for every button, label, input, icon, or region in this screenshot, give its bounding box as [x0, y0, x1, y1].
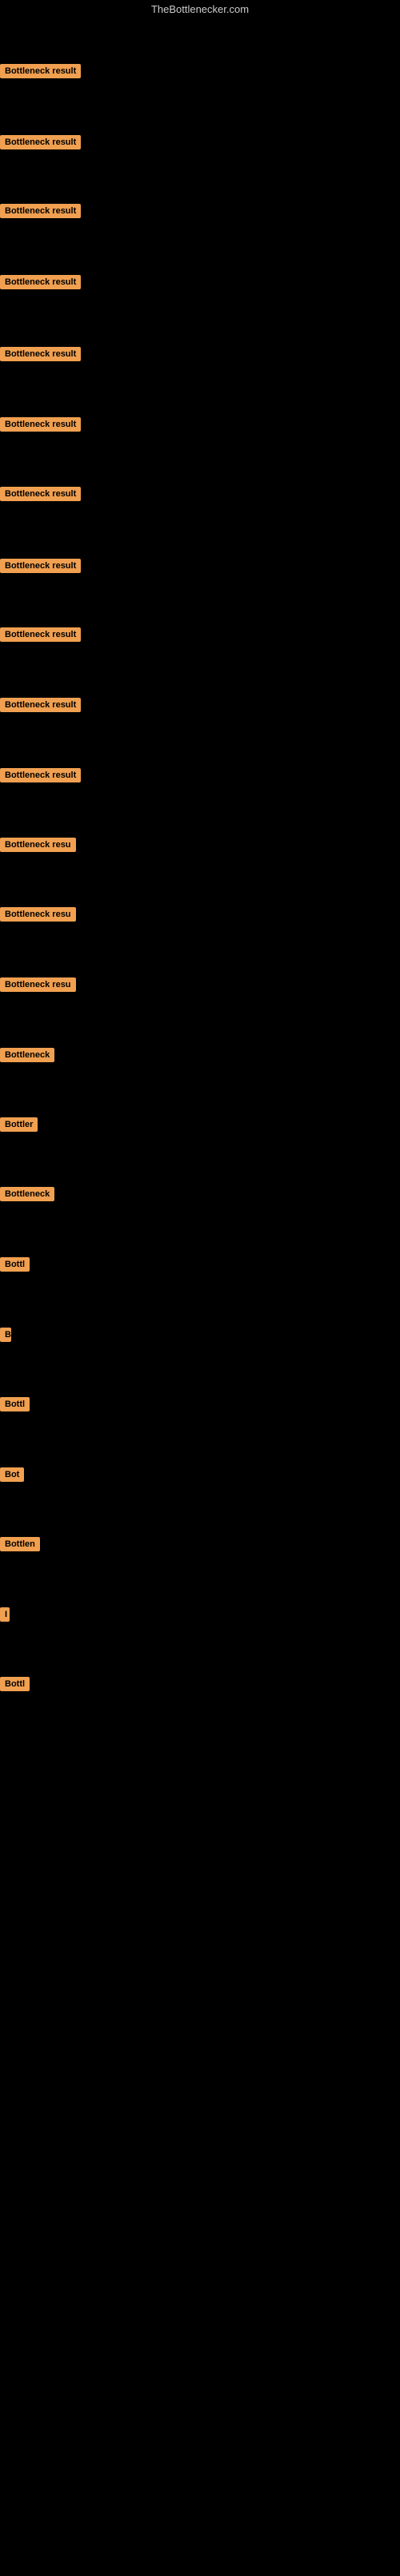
- badge-label-2: Bottleneck result: [0, 135, 81, 149]
- bottleneck-badge-22[interactable]: Bottlen: [0, 1537, 40, 1555]
- badge-label-24: Bottl: [0, 1677, 30, 1691]
- bottleneck-badge-2[interactable]: Bottleneck result: [0, 135, 81, 153]
- bottleneck-badge-16[interactable]: Bottler: [0, 1117, 38, 1136]
- bottleneck-badge-11[interactable]: Bottleneck result: [0, 768, 81, 786]
- bottleneck-badge-9[interactable]: Bottleneck result: [0, 627, 81, 646]
- bottleneck-badge-18[interactable]: Bottl: [0, 1257, 30, 1276]
- site-title: TheBottlenecker.com: [0, 0, 400, 18]
- badge-label-5: Bottleneck result: [0, 347, 81, 361]
- badge-label-12: Bottleneck resu: [0, 838, 76, 852]
- bottleneck-badge-15[interactable]: Bottleneck: [0, 1048, 54, 1066]
- badge-label-9: Bottleneck result: [0, 627, 81, 642]
- bottleneck-badge-10[interactable]: Bottleneck result: [0, 698, 81, 716]
- bottleneck-badge-5[interactable]: Bottleneck result: [0, 347, 81, 365]
- badge-label-4: Bottleneck result: [0, 275, 81, 289]
- badge-label-17: Bottleneck: [0, 1187, 54, 1201]
- bottleneck-badge-20[interactable]: Bottl: [0, 1397, 30, 1415]
- bottleneck-badge-14[interactable]: Bottleneck resu: [0, 977, 76, 996]
- badge-label-18: Bottl: [0, 1257, 30, 1272]
- badge-label-15: Bottleneck: [0, 1048, 54, 1062]
- badge-label-3: Bottleneck result: [0, 204, 81, 218]
- badge-label-21: Bot: [0, 1467, 24, 1482]
- bottleneck-badge-4[interactable]: Bottleneck result: [0, 275, 81, 293]
- badge-label-19: B: [0, 1328, 11, 1342]
- bottleneck-badge-3[interactable]: Bottleneck result: [0, 204, 81, 222]
- badge-label-11: Bottleneck result: [0, 768, 81, 782]
- badge-label-10: Bottleneck result: [0, 698, 81, 712]
- bottleneck-badge-19[interactable]: B: [0, 1328, 11, 1346]
- badge-label-14: Bottleneck resu: [0, 977, 76, 992]
- bottleneck-badge-1[interactable]: Bottleneck result: [0, 64, 81, 82]
- badge-label-6: Bottleneck result: [0, 417, 81, 432]
- bottleneck-badge-21[interactable]: Bot: [0, 1467, 24, 1486]
- bottleneck-badge-6[interactable]: Bottleneck result: [0, 417, 81, 436]
- badge-label-7: Bottleneck result: [0, 487, 81, 501]
- bottleneck-badge-24[interactable]: Bottl: [0, 1677, 30, 1695]
- badge-label-22: Bottlen: [0, 1537, 40, 1551]
- bottleneck-badge-23[interactable]: I: [0, 1607, 10, 1626]
- badge-label-13: Bottleneck resu: [0, 907, 76, 922]
- badge-label-23: I: [0, 1607, 10, 1622]
- bottleneck-badge-8[interactable]: Bottleneck result: [0, 559, 81, 577]
- bottleneck-badge-7[interactable]: Bottleneck result: [0, 487, 81, 505]
- badge-label-20: Bottl: [0, 1397, 30, 1411]
- bottleneck-badge-17[interactable]: Bottleneck: [0, 1187, 54, 1205]
- badge-label-1: Bottleneck result: [0, 64, 81, 78]
- bottleneck-badge-12[interactable]: Bottleneck resu: [0, 838, 76, 856]
- badge-label-16: Bottler: [0, 1117, 38, 1132]
- bottleneck-badge-13[interactable]: Bottleneck resu: [0, 907, 76, 926]
- badge-label-8: Bottleneck result: [0, 559, 81, 573]
